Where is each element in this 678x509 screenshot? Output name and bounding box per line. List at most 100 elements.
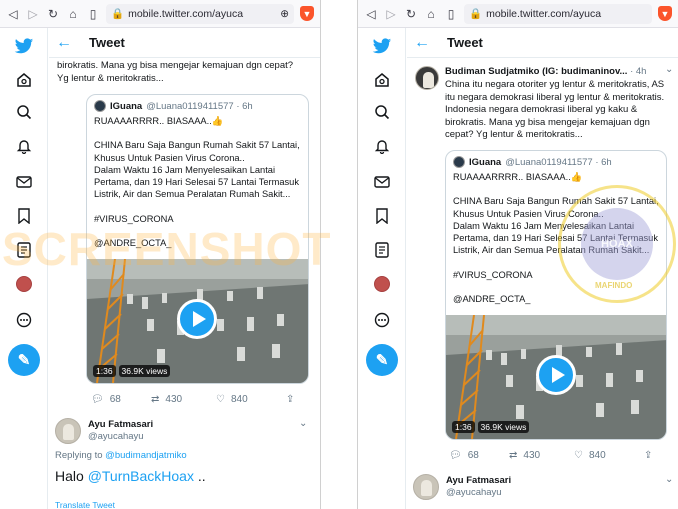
reply-name: Ayu Fatmasari (446, 475, 512, 486)
quoted-hashtag: #VIRUS_CORONA (94, 213, 174, 224)
like-icon: ♡ (574, 450, 583, 461)
profile-avatar[interactable] (12, 272, 36, 296)
back-icon[interactable]: ◁ (6, 7, 20, 21)
reply-mention-link[interactable]: @TurnBackHoax (88, 468, 194, 484)
bookmark-icon[interactable]: ▯ (444, 7, 458, 21)
quoted-name: IGuana (110, 100, 143, 112)
home-icon[interactable] (12, 68, 36, 92)
quoted-mention: @ANDRE_OCTA_ (453, 294, 531, 305)
brave-shield-icon[interactable]: ▼ (300, 6, 314, 21)
share-icon: ⇪ (286, 394, 295, 405)
home-browser-icon[interactable]: ⌂ (424, 7, 438, 21)
page: ◁ ▷ ↻ ⌂ ▯ 🔒 mobile.twitter.com/ayuca ⊕ ▼ (0, 0, 678, 509)
lists-icon[interactable] (12, 238, 36, 262)
back-arrow-icon[interactable]: ← (407, 34, 437, 52)
url-bar[interactable]: 🔒 mobile.twitter.com/ayuca (464, 3, 652, 24)
video-thumbnail[interactable]: 1:36 36.9K views (87, 259, 308, 383)
bookmark-icon[interactable]: ▯ (86, 7, 100, 21)
back-arrow-icon[interactable]: ← (49, 34, 79, 52)
video-views: 36.9K views (477, 421, 530, 433)
quoted-avatar (453, 156, 465, 168)
main-tweet-avatar[interactable] (415, 66, 439, 90)
like-count: 840 (588, 450, 606, 461)
lock-icon: 🔒 (469, 8, 483, 20)
share-action[interactable]: ⇪ (286, 394, 294, 405)
notifications-icon[interactable] (12, 134, 36, 158)
quoted-line-1: RUAAAARRRR.. BIASAAA..👍 (94, 116, 224, 126)
twitter-logo-icon[interactable] (370, 34, 394, 58)
main-tweet-text: birokratis. Mana yg bisa mengejar kemaju… (57, 60, 294, 84)
quoted-avatar (94, 100, 106, 112)
home-browser-icon[interactable]: ⌂ (66, 7, 80, 21)
messages-icon[interactable] (370, 170, 394, 194)
main-tweet-time: · 4h (630, 66, 647, 77)
share-action[interactable]: ⇪ (644, 450, 652, 461)
compose-tweet-button[interactable]: ✎ (8, 344, 40, 376)
reply-icon: 💬︎ (91, 394, 104, 405)
messages-icon[interactable] (12, 170, 36, 194)
quoted-tweet[interactable]: IGuana @Luana0119411577 · 6h RUAAAARRRR.… (445, 150, 667, 440)
notifications-icon[interactable] (370, 134, 394, 158)
tweet-actions: 💬︎ 68 ⇄ 430 ♡ 840 ⇪ (449, 450, 669, 461)
tweet-actions: 💬︎ 68 ⇄ 430 ♡ 840 ⇪ (91, 394, 311, 405)
right-screenshot: ◁ ▷ ↻ ⌂ ▯ 🔒 mobile.twitter.com/ayuca ▼ ✎… (357, 0, 678, 509)
reply-text: Halo @TurnBackHoax .. (55, 468, 206, 484)
reload-icon[interactable]: ↻ (404, 7, 418, 21)
tweet-header: ← Tweet (407, 28, 678, 58)
browser-toolbar-right: ◁ ▷ ↻ ⌂ ▯ 🔒 mobile.twitter.com/ayuca ▼ (358, 0, 678, 28)
video-views: 36.9K views (118, 365, 171, 377)
back-icon[interactable]: ◁ (364, 7, 378, 21)
brave-shield-icon[interactable]: ▼ (658, 6, 672, 21)
like-action[interactable]: ♡ 840 (216, 394, 286, 405)
more-icon[interactable] (12, 308, 36, 332)
home-icon[interactable] (370, 68, 394, 92)
replying-to-link[interactable]: @budimandjatmiko (105, 450, 186, 461)
more-icon[interactable] (370, 308, 394, 332)
bookmarks-icon[interactable] (12, 204, 36, 228)
page-title: Tweet (89, 35, 125, 50)
play-button[interactable] (177, 299, 217, 339)
reply-handle: @ayucahayu (446, 487, 502, 498)
reply-menu-chevron-icon[interactable]: ⌄ (665, 474, 673, 485)
reply-author[interactable]: Ayu Fatmasari @ayucahayu (413, 474, 511, 500)
tracking-icon[interactable]: ⊕ (280, 8, 289, 20)
quoted-handle: @Luana0119411577 · 6h (146, 100, 253, 112)
tweet-thread: Budiman Sudjatmiko (IG: budimaninov... ·… (407, 58, 678, 509)
twitter-logo-icon[interactable] (12, 34, 36, 58)
retweet-action[interactable]: ⇄ 430 (151, 394, 216, 405)
explore-icon[interactable] (370, 100, 394, 124)
reply-action[interactable]: 💬︎ 68 (449, 450, 509, 461)
url-text: mobile.twitter.com/ayuca (128, 7, 244, 20)
forward-icon[interactable]: ▷ (26, 7, 40, 21)
reply-author[interactable]: Ayu Fatmasari @ayucahayu (55, 418, 153, 444)
explore-icon[interactable] (12, 100, 36, 124)
main-tweet-menu-chevron-icon[interactable]: ⌄ (665, 64, 673, 75)
compose-icon: ✎ (17, 352, 31, 369)
quoted-body: RUAAAARRRR.. BIASAAA..👍 CHINA Baru Saja … (446, 168, 666, 305)
like-action[interactable]: ♡ 840 (574, 450, 644, 461)
video-thumbnail[interactable]: 1:36 36.9K views (446, 315, 666, 439)
reply-menu-chevron-icon[interactable]: ⌄ (299, 418, 307, 429)
compose-tweet-button[interactable]: ✎ (366, 344, 398, 376)
translate-tweet-link[interactable]: Translate Tweet (55, 500, 115, 509)
quoted-tweet[interactable]: IGuana @Luana0119411577 · 6h RUAAAARRRR.… (86, 94, 309, 384)
bookmarks-icon[interactable] (370, 204, 394, 228)
url-text: mobile.twitter.com/ayuca (486, 7, 602, 20)
twitter-sidebar: ✎ (0, 28, 48, 509)
forward-icon[interactable]: ▷ (384, 7, 398, 21)
main-tweet-author[interactable]: Budiman Sudjatmiko (IG: budimaninov... (445, 66, 627, 77)
reply-action[interactable]: 💬︎ 68 (91, 394, 151, 405)
url-bar[interactable]: 🔒 mobile.twitter.com/ayuca ⊕ (106, 3, 294, 24)
retweet-icon: ⇄ (509, 450, 518, 461)
reload-icon[interactable]: ↻ (46, 7, 60, 21)
video-duration: 1:36 (93, 365, 116, 377)
quoted-line-3: Dalam Waktu 16 Jam Menyelesaikan Lantai … (453, 220, 658, 256)
retweet-action[interactable]: ⇄ 430 (509, 450, 574, 461)
retweet-count: 430 (523, 450, 541, 461)
lists-icon[interactable] (370, 238, 394, 262)
quoted-line-2: CHINA Baru Saja Bangun Rumah Sakit 57 La… (94, 140, 300, 163)
quoted-line-3: Dalam Waktu 16 Jam Menyelesaikan Lantai … (94, 164, 299, 200)
replying-prefix: Replying to (55, 450, 106, 461)
profile-avatar[interactable] (370, 272, 394, 296)
play-button[interactable] (536, 355, 576, 395)
